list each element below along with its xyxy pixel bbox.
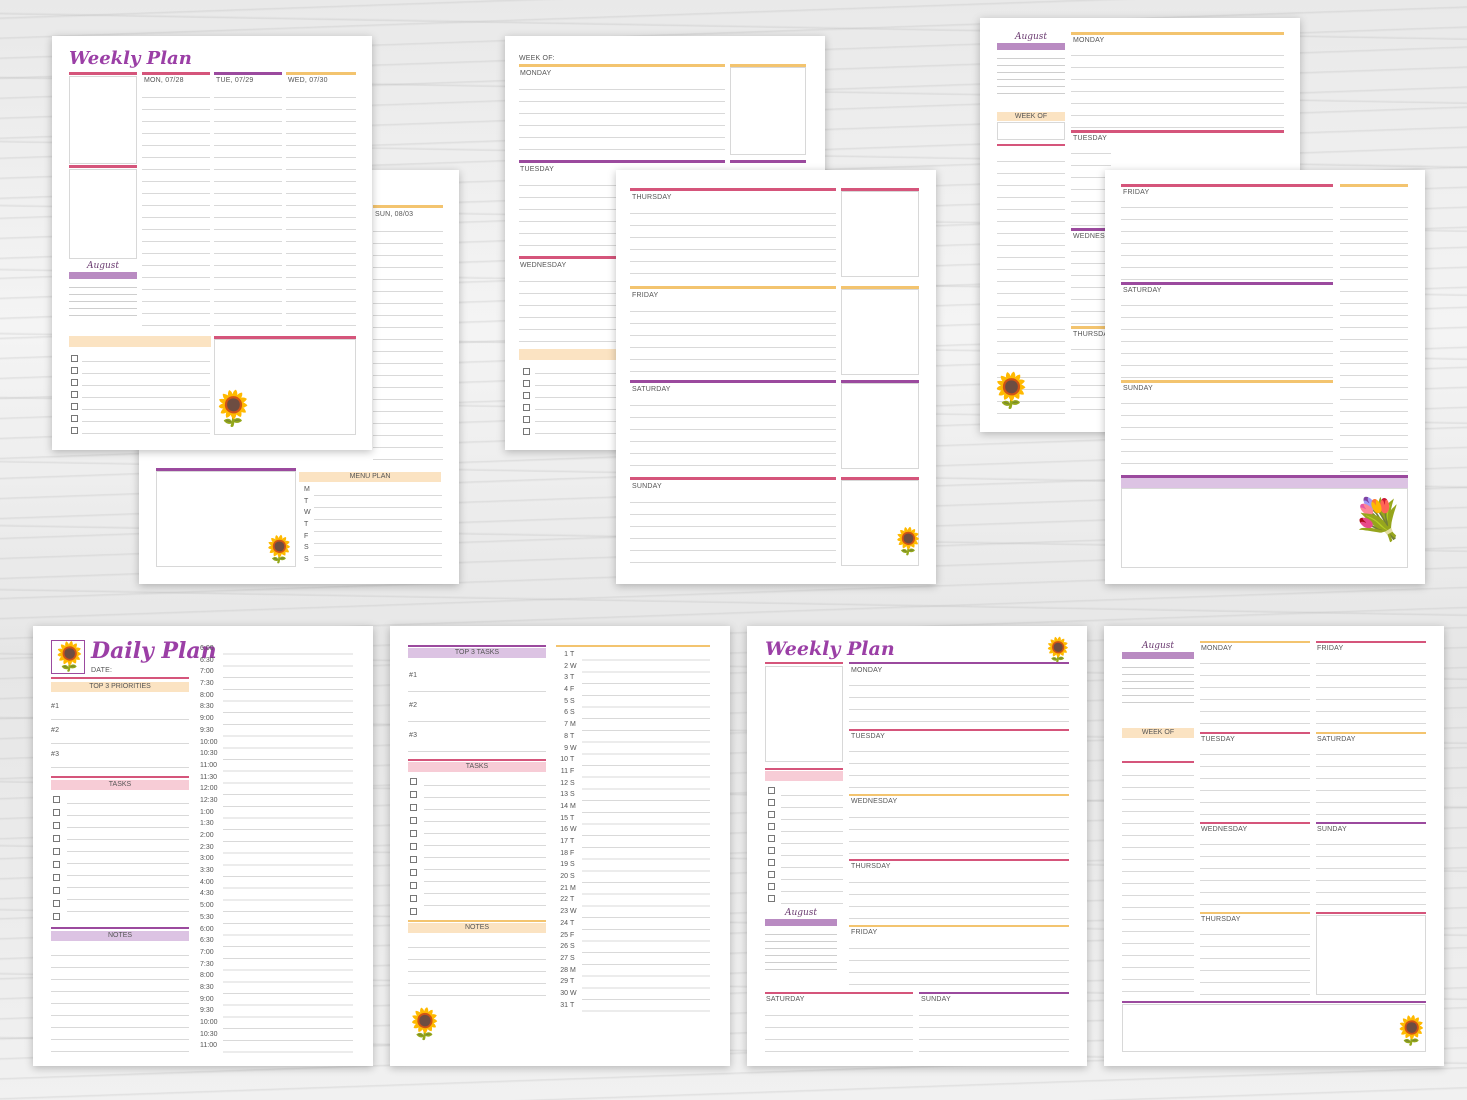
day-label-tuesday: TUESDAY (1201, 736, 1235, 743)
day-label-saturday: SATURDAY (632, 386, 671, 393)
page-title: Daily Plan (91, 638, 217, 664)
calendar-month: August (86, 261, 120, 271)
day-label-sunday: SUNDAY (632, 483, 662, 490)
day-label-friday: FRIDAY (632, 292, 659, 299)
day-label-thursday: THURSDAY (632, 194, 672, 201)
priorities-header: TOP 3 PRIORITIES (51, 682, 189, 692)
monthly-tasks-page: TOP 3 TASKS #1 #2 #3 TASKS NOTES 🌻 12345… (390, 626, 730, 1066)
sunflower-teacup-icon: 🌻 (51, 640, 87, 674)
day-label-saturday: SATURDAY (1317, 736, 1356, 743)
page-title: Weekly Plan (69, 48, 192, 69)
day-label-thursday: THURSDAY (851, 863, 891, 870)
day-label-thursday: THURSDAY (1201, 916, 1241, 923)
day-label-monday: MONDAY (1073, 37, 1105, 44)
thursday-sunday-page: THURSDAY FRIDAY SATURDAY SUNDAY 🌻 (616, 170, 936, 584)
sunflower-teacup-icon: 🌻 (1394, 1015, 1429, 1046)
weekly-plan-page-2: Weekly Plan 🌻 August MONDAY TUESDAY WEDN… (747, 626, 1087, 1066)
tasks-header: TASKS (408, 762, 546, 772)
day-label-tuesday: TUESDAY (851, 733, 885, 740)
day-label-sun: SUN, 08/03 (375, 211, 414, 218)
daily-plan-page: 🌻 Daily Plan DATE: TOP 3 PRIORITIES #1 #… (33, 626, 373, 1066)
week-of-header: WEEK OF (997, 112, 1065, 121)
day-label-tue: TUE, 07/29 (216, 77, 254, 84)
day-label-sunday: SUNDAY (921, 996, 951, 1003)
day-label-sunday: SUNDAY (1317, 826, 1347, 833)
day-label-mon: MON, 07/28 (144, 77, 184, 84)
menu-days: MTWTFSS (304, 486, 311, 564)
day-label-friday: FRIDAY (1317, 645, 1344, 652)
date-column: 1 2 3 4 5 6 7 8 9 10 11 12 13 14 15 16 17 18 19 20 21 22 23 24 2… (560, 651, 568, 1009)
week-of-header: WEEK OF (1122, 728, 1194, 738)
day-label-wednesday: WEDNESDAY (1201, 826, 1248, 833)
day-label-tuesday: TUESDAY (1073, 135, 1107, 142)
date-label: DATE: (91, 667, 113, 674)
friday-sunday-page: FRIDAY SATURDAY SUNDAY 💐 (1105, 170, 1425, 584)
day-label-sunday: SUNDAY (1123, 385, 1153, 392)
day-label-saturday: SATURDAY (1123, 287, 1162, 294)
sunflower-teacup-icon: 🌻 (263, 534, 296, 564)
day-label-wed: WED, 07/30 (288, 77, 328, 84)
day-label-monday: MONDAY (851, 667, 883, 674)
weekly-plan-page-1: Weekly Plan August MON, 07/28 TUE, 07/29… (52, 36, 372, 450)
week-of-label: WEEK OF: (519, 55, 555, 62)
sunflower-teacup-icon: 🌻 (1043, 637, 1073, 664)
tasks-header: TASKS (51, 780, 189, 790)
calendar-month: August (1141, 641, 1175, 651)
page-title: Weekly Plan (765, 638, 895, 660)
notes-header: NOTES (51, 931, 189, 941)
day-label-monday: MONDAY (1201, 645, 1233, 652)
time-column: 6:00 6:30 7:00 7:30 8:00 8:30 9:00 9:30 10:00 10:… (200, 645, 218, 1050)
grid-week-page: August WEEK OF MONDAY FRIDAY TUESDAY SAT… (1104, 626, 1444, 1066)
day-label-monday: MONDAY (520, 70, 552, 77)
day-label-friday: FRIDAY (1123, 189, 1150, 196)
sunflower-vase-icon: 🌻 (892, 526, 925, 556)
notes-header: NOTES (408, 923, 546, 933)
sunflower-hat-icon: 🌻 (990, 372, 1033, 410)
weekday-column: TWTFSSMTWTFSSMTWTFSSMTWTFSSMTWT (570, 651, 577, 1009)
menu-plan-header: MENU PLAN (299, 472, 441, 482)
sunflower-vase-icon: 🌻 (406, 1008, 444, 1041)
calendar-month: August (784, 908, 818, 918)
day-label-wednesday: WEDNESDAY (520, 262, 567, 269)
day-label-friday: FRIDAY (851, 929, 878, 936)
day-label-tuesday: TUESDAY (520, 166, 554, 173)
day-label-saturday: SATURDAY (766, 996, 805, 1003)
flower-bouquet-icon: 💐 (1353, 498, 1403, 542)
sunflower-hat-icon: 🌻 (212, 390, 255, 428)
day-label-wednesday: WEDNESDAY (851, 798, 898, 805)
calendar-month: August (1014, 32, 1048, 42)
top-tasks-header: TOP 3 TASKS (408, 648, 546, 658)
